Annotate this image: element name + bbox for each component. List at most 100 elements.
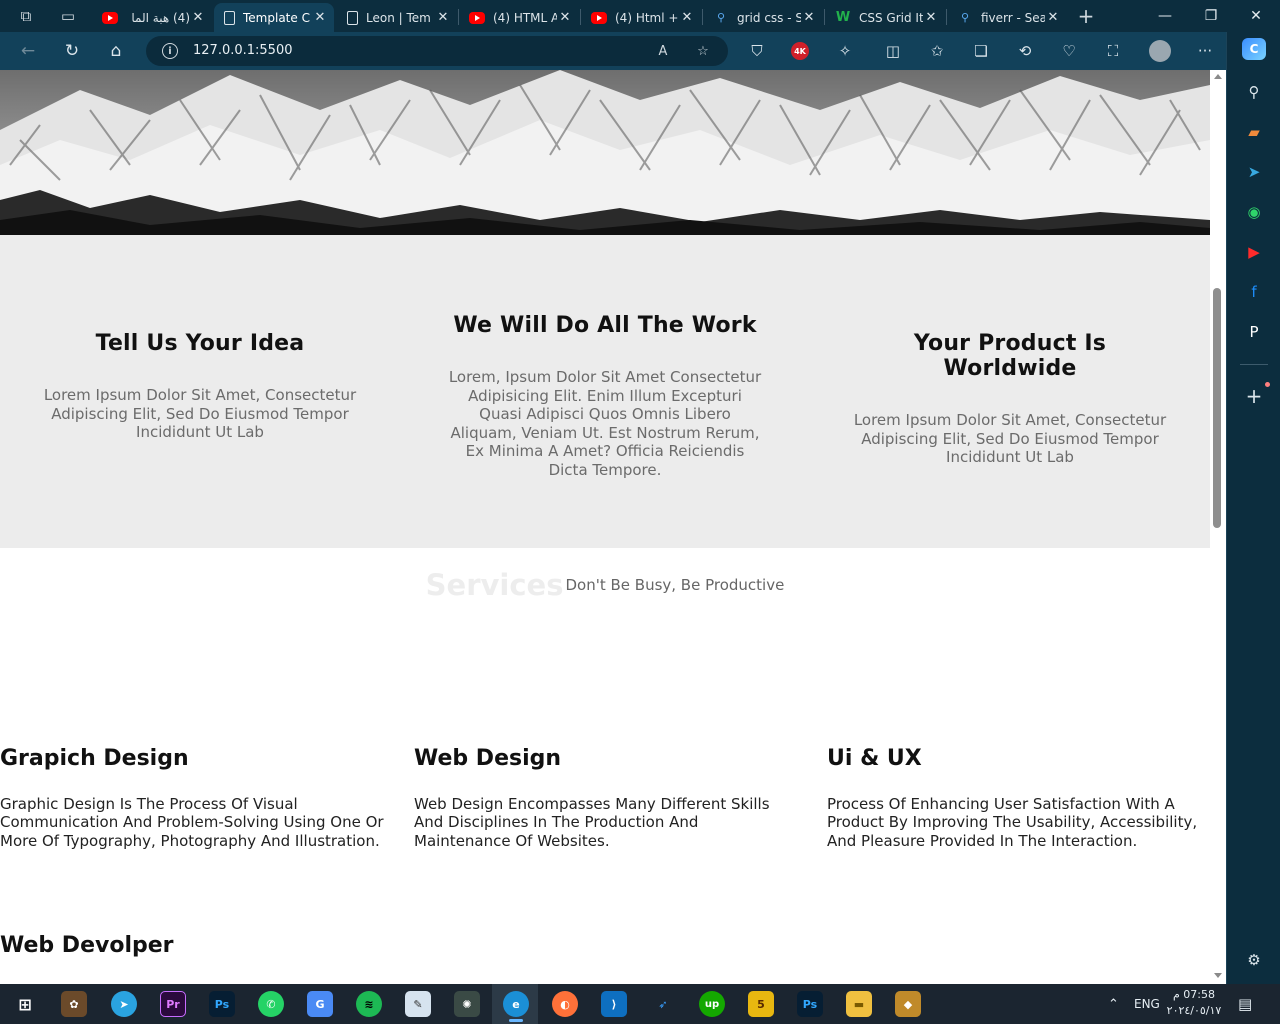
- upwork-icon[interactable]: up: [699, 991, 725, 1017]
- tab-strip: ⧉ ▭ (4) هبة الما ✕ Template C ✕ Leon | T…: [0, 0, 1280, 32]
- close-tab-icon[interactable]: ✕: [923, 10, 939, 25]
- tab-4[interactable]: (4) Html + ✕: [581, 3, 701, 32]
- close-window-icon[interactable]: ✕: [1234, 0, 1278, 32]
- whatsapp-icon[interactable]: ✆: [258, 991, 284, 1017]
- document-icon: [347, 10, 358, 25]
- chatgpt-icon[interactable]: ✺: [454, 991, 480, 1017]
- address-url[interactable]: 127.0.0.1:5500: [193, 43, 293, 58]
- html5-icon[interactable]: 5: [748, 991, 774, 1017]
- close-tab-icon[interactable]: ✕: [435, 10, 451, 25]
- tab-title: CSS Grid It: [859, 10, 923, 25]
- copilot-icon[interactable]: C: [1242, 38, 1266, 60]
- tab-0[interactable]: (4) هبة الما ✕: [92, 3, 212, 32]
- page-scrollbar[interactable]: [1210, 70, 1226, 984]
- tab-actions-icon[interactable]: ▭: [54, 4, 82, 28]
- service-title: Web Devolper: [0, 933, 174, 958]
- tab-1[interactable]: Template C ✕: [214, 3, 334, 32]
- history-icon[interactable]: ⟲: [1012, 39, 1038, 63]
- site-info-icon[interactable]: i: [162, 43, 178, 59]
- premiere-icon[interactable]: Pr: [160, 991, 186, 1017]
- arrow-app-icon[interactable]: ➶: [650, 991, 676, 1017]
- photoshop-icon[interactable]: Ps: [209, 991, 235, 1017]
- add-app-icon[interactable]: +: [1241, 384, 1267, 408]
- close-tab-icon[interactable]: ✕: [190, 10, 206, 25]
- close-tab-icon[interactable]: ✕: [557, 10, 573, 25]
- service-text: Process Of Enhancing User Satisfaction W…: [827, 795, 1198, 850]
- extensions-icon[interactable]: ✧: [832, 39, 858, 63]
- tools-icon[interactable]: ▰: [1241, 120, 1267, 144]
- more-menu-icon[interactable]: ···: [1192, 39, 1218, 63]
- youtube-icon[interactable]: ▶: [1241, 240, 1267, 264]
- settings-gear-icon[interactable]: ⚙: [1241, 948, 1267, 972]
- windows-taskbar: ⊞ ✿ ➤ Pr Ps ✆ G ≋ ✎ ✺ e ◐ ⟩ ➶ up 5 Ps ▬ …: [0, 984, 1280, 1024]
- youtube-icon: [591, 11, 607, 24]
- edge-icon[interactable]: e: [503, 991, 529, 1017]
- home-icon[interactable]: ⌂: [102, 38, 130, 64]
- tab-title: Leon | Tem: [366, 10, 431, 25]
- notification-dot: [1265, 382, 1270, 387]
- translate-icon[interactable]: G: [307, 991, 333, 1017]
- read-aloud-icon[interactable]: A: [652, 41, 674, 61]
- scroll-up-icon[interactable]: [1214, 74, 1222, 79]
- split-screen-icon[interactable]: ◫: [880, 39, 906, 63]
- tray-overflow-icon[interactable]: ⌃: [1108, 984, 1119, 1024]
- telegram-icon[interactable]: ➤: [111, 991, 137, 1017]
- clock-time: 07:58 م: [1172, 988, 1215, 1001]
- workspaces-icon[interactable]: ⧉: [12, 4, 40, 28]
- services-subheading: Don't Be Busy, Be Productive: [565, 576, 785, 594]
- photoshop-icon[interactable]: Ps: [797, 991, 823, 1017]
- tab-5[interactable]: ⚲ grid css - S ✕: [703, 3, 823, 32]
- close-tab-icon[interactable]: ✕: [1045, 10, 1061, 25]
- clock-date: ٢٠٢٤/٠٥/١٧: [1166, 1004, 1222, 1017]
- scroll-down-icon[interactable]: [1214, 973, 1222, 978]
- screenshot-icon[interactable]: ⛶: [1100, 39, 1126, 63]
- document-icon: [224, 10, 235, 25]
- winrar-icon[interactable]: ◆: [895, 991, 921, 1017]
- file-explorer-icon[interactable]: ▬: [846, 991, 872, 1017]
- tab-6[interactable]: W CSS Grid It ✕: [825, 3, 945, 32]
- vscode-icon[interactable]: ⟩: [601, 991, 627, 1017]
- feature-text: Lorem Ipsum Dolor Sit Amet, Consectetur …: [43, 386, 357, 441]
- feature-title: Tell Us Your Idea: [95, 331, 305, 356]
- minimize-icon[interactable]: —: [1143, 0, 1187, 32]
- language-indicator[interactable]: ENG: [1134, 984, 1160, 1024]
- paypal-icon[interactable]: P: [1241, 320, 1267, 344]
- feature-text: Lorem Ipsum Dolor Sit Amet, Consectetur …: [853, 411, 1167, 466]
- close-tab-icon[interactable]: ✕: [801, 10, 817, 25]
- refresh-icon[interactable]: ↻: [58, 38, 86, 64]
- hero-mountain-image: [0, 70, 1210, 235]
- close-tab-icon[interactable]: ✕: [679, 10, 695, 25]
- system-clock[interactable]: 07:58 م ٢٠٢٤/٠٥/١٧: [1162, 987, 1226, 1019]
- whatsapp-icon[interactable]: ◉: [1241, 200, 1267, 224]
- restore-icon[interactable]: ❐: [1189, 0, 1233, 32]
- services-heading: Services: [425, 568, 564, 602]
- search-icon[interactable]: ⚲: [1241, 80, 1267, 104]
- profile-avatar[interactable]: [1149, 40, 1171, 62]
- tab-2[interactable]: Leon | Tem ✕: [337, 3, 457, 32]
- tab-title: Template C: [243, 10, 310, 25]
- tab-3[interactable]: (4) HTML A ✕: [459, 3, 579, 32]
- tab-7[interactable]: ⚲ fiverr - Sea ✕: [947, 3, 1067, 32]
- favorites-icon[interactable]: ✩: [924, 39, 950, 63]
- service-title: Ui & UX: [827, 746, 922, 771]
- collections-icon[interactable]: ❏: [968, 39, 994, 63]
- address-bar[interactable]: i 127.0.0.1:5500 A ☆: [146, 36, 728, 66]
- new-tab-icon[interactable]: +: [1072, 4, 1100, 28]
- service-text: Web Design Encompasses Many Different Sk…: [414, 795, 770, 850]
- spotify-icon[interactable]: ≋: [356, 991, 382, 1017]
- telegram-icon[interactable]: ➤: [1241, 160, 1267, 184]
- back-icon[interactable]: ←: [14, 38, 42, 64]
- beta-app-icon[interactable]: ✿: [61, 991, 87, 1017]
- performance-icon[interactable]: ♡: [1056, 39, 1082, 63]
- paint-icon[interactable]: ✎: [405, 991, 431, 1017]
- windows-start-icon[interactable]: ⊞: [12, 991, 38, 1017]
- notifications-icon[interactable]: ▤: [1238, 984, 1252, 1024]
- edge-sidebar: C ⚲ ▰ ➤ ◉ ▶ f P + ⚙: [1226, 32, 1280, 984]
- facebook-icon[interactable]: f: [1241, 280, 1267, 304]
- shield-icon[interactable]: ⛉: [744, 39, 770, 63]
- scrollbar-thumb[interactable]: [1213, 288, 1221, 528]
- extension-4k-icon[interactable]: 4K: [791, 42, 809, 60]
- favorite-star-icon[interactable]: ☆: [692, 41, 714, 61]
- close-tab-icon[interactable]: ✕: [312, 10, 328, 25]
- firefox-icon[interactable]: ◐: [552, 991, 578, 1017]
